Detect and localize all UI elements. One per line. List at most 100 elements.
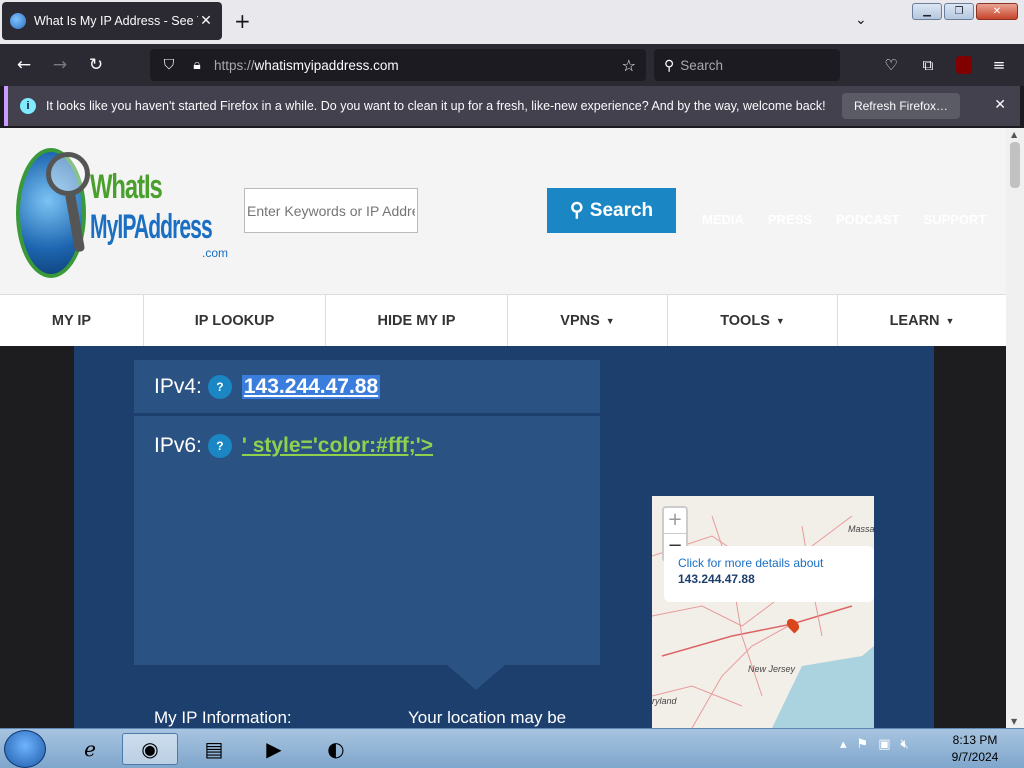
pocket-icon[interactable]: ♡ (880, 54, 902, 76)
ipv6-label: IPv6: (154, 434, 202, 457)
internet-explorer-icon[interactable]: ℯ (62, 733, 118, 765)
volume-muted-icon[interactable]: 🔇︎ (900, 737, 908, 752)
hamburger-menu-icon[interactable]: ≡ (988, 54, 1010, 76)
info-icon: i (20, 98, 36, 114)
file-explorer-icon[interactable]: ▤ (186, 733, 242, 765)
shield-icon[interactable]: ⛉ (160, 57, 178, 73)
menu-label: HIDE MY IP (377, 313, 456, 329)
menu-item-my-ip[interactable]: MY IP (0, 295, 144, 347)
system-tray: ▴ ⚑ ▣ 🔇︎ (840, 737, 909, 752)
location-map[interactable]: Massa New Jersey ryland + − Click for mo… (652, 496, 874, 728)
close-window-button[interactable]: ✕ (976, 3, 1018, 20)
back-arrow-icon[interactable]: ← (11, 52, 37, 78)
network-icon[interactable]: ▣ (878, 737, 890, 752)
ip-address-box: IPv4: ? 143.244.47.88 IPv6: ? ' style='c… (134, 360, 600, 665)
menu-label: LEARN (889, 313, 940, 329)
dropdown-caret-icon: ▼ (945, 316, 955, 326)
ipv4-address-link[interactable]: 143.244.47.88 (241, 374, 381, 399)
app-icon[interactable]: ◐ (308, 733, 364, 765)
extensions-icon[interactable]: ⧉ (917, 54, 939, 76)
url-text[interactable]: https://whatismyipaddress.com (214, 58, 622, 73)
map-popup[interactable]: Click for more details about 143.244.47.… (664, 546, 874, 602)
tab-title: What Is My IP Address - See Yo (34, 14, 198, 28)
tab-bar: What Is My IP Address - See Yo ✕ + ⌄ ▁ ❐… (0, 0, 1024, 44)
location-heading: Your location may be (408, 708, 567, 727)
header-link-podcast[interactable]: PODCAST (836, 212, 900, 227)
windows-taskbar: ℯ ◉ ▤ ▶ ◐ ▴ ⚑ ▣ 🔇︎ 8:13 PM 9/7/2024 (0, 728, 1024, 768)
map-label-new-jersey: New Jersey (748, 664, 796, 674)
clock-time: 8:13 PM (952, 733, 998, 747)
address-bar[interactable]: ⛉ 🔒︎ https://whatismyipaddress.com ☆ (150, 49, 646, 81)
site-search-button-label: Search (589, 199, 654, 221)
menu-item-learn[interactable]: LEARN ▼ (838, 295, 1006, 347)
forward-arrow-icon[interactable]: → (47, 52, 73, 78)
scroll-down-icon[interactable]: ▼ (1011, 717, 1017, 726)
tab-whatismyip[interactable]: What Is My IP Address - See Yo ✕ (2, 2, 222, 40)
close-notification-icon[interactable]: ✕ (994, 96, 1006, 113)
header-link-support[interactable]: SUPPORT (924, 212, 987, 227)
map-label-massachusetts: Massa (848, 524, 874, 534)
ublock-origin-icon[interactable] (956, 56, 972, 74)
menu-item-hide-my-ip[interactable]: HIDE MY IP (326, 295, 508, 347)
header-link-press[interactable]: PRESS (768, 212, 812, 227)
site-main-menu: MY IP IP LOOKUP HIDE MY IP VPNS ▼ TOOLS ▼ … (0, 294, 1006, 347)
search-icon: ⚲ (664, 56, 675, 73)
zoom-in-button[interactable]: + (664, 508, 686, 534)
help-icon[interactable]: ? (207, 434, 232, 458)
map-popup-ip: 143.244.47.88 (678, 572, 755, 586)
menu-item-tools[interactable]: TOOLS ▼ (668, 295, 838, 347)
menu-item-ip-lookup[interactable]: IP LOOKUP (144, 295, 326, 347)
ipv6-row: IPv6: ? ' style='color:#fff;'> (134, 418, 600, 474)
firefox-icon[interactable]: ◉ (122, 733, 178, 765)
new-tab-button[interactable]: + (234, 10, 251, 32)
window-controls: ▁ ❐ ✕ (912, 3, 1018, 20)
bookmark-star-icon[interactable]: ☆ (622, 56, 636, 75)
header-link-media[interactable]: MEDIA (702, 212, 744, 227)
menu-label: MY IP (51, 313, 92, 329)
menu-label: VPNS (560, 313, 600, 329)
reload-icon[interactable]: ↻ (83, 52, 109, 78)
lock-icon[interactable]: 🔒︎ (188, 57, 206, 73)
logo-text-line1: WhatIs (90, 168, 163, 206)
site-header: WhatIs MyIPAddress .com ⚲ Search MEDIA P… (0, 128, 1006, 294)
url-protocol: https:// (214, 57, 255, 73)
dropdown-caret-icon: ▼ (605, 316, 615, 326)
help-icon[interactable]: ? (207, 374, 232, 399)
close-tab-icon[interactable]: ✕ (198, 13, 214, 29)
menu-item-vpns[interactable]: VPNS ▼ (508, 295, 668, 347)
media-player-icon[interactable]: ▶ (246, 733, 302, 765)
restore-button[interactable]: ❐ (944, 3, 974, 20)
minimize-button[interactable]: ▁ (912, 3, 942, 20)
map-popup-text: Click for more details about (678, 556, 824, 570)
scroll-up-icon[interactable]: ▲ (1011, 130, 1017, 139)
web-page: WhatIs MyIPAddress .com ⚲ Search MEDIA P… (0, 128, 1006, 728)
page-scrollbar[interactable]: ▲ ▼ (1006, 128, 1024, 728)
ipv6-address-link[interactable]: ' style='color:#fff;'> (242, 434, 433, 458)
refresh-firefox-notification: i It looks like you haven't started Fire… (4, 86, 1020, 126)
browser-search-field[interactable]: ⚲ Search (654, 49, 840, 81)
globe-favicon-icon (10, 13, 26, 29)
browser-search-placeholder: Search (680, 57, 724, 73)
header-links: MEDIA PRESS PODCAST SUPPORT (702, 212, 986, 227)
map-label-maryland: ryland (652, 696, 677, 706)
refresh-firefox-button[interactable]: Refresh Firefox… (841, 93, 960, 119)
scrollbar-thumb[interactable] (1010, 142, 1020, 188)
my-ip-info-heading: My IP Information: (154, 708, 292, 727)
menu-label: IP LOOKUP (194, 313, 275, 329)
list-all-tabs-icon[interactable]: ⌄ (855, 12, 867, 28)
site-logo[interactable]: WhatIs MyIPAddress .com (16, 146, 228, 286)
ipv4-row: IPv4: ? 143.244.47.88 (134, 360, 600, 416)
url-domain: whatismyipaddress.com (254, 57, 399, 73)
site-search-input[interactable] (244, 188, 418, 233)
navigation-toolbar: ← → ↻ ⛉ 🔒︎ https://whatismyipaddress.com… (0, 44, 1024, 104)
dropdown-caret-icon: ▼ (775, 316, 785, 326)
search-icon: ⚲ (569, 200, 584, 221)
logo-text-line2: MyIPAddress (90, 208, 213, 246)
system-clock[interactable]: 8:13 PM 9/7/2024 (940, 732, 1010, 766)
action-center-flag-icon[interactable]: ⚑ (857, 737, 869, 752)
site-search-button[interactable]: ⚲ Search (547, 188, 676, 233)
ipv4-label: IPv4: (154, 374, 202, 398)
notification-message: It looks like you haven't started Firefo… (46, 99, 826, 113)
start-button[interactable] (4, 730, 46, 768)
show-hidden-icons-icon[interactable]: ▴ (840, 737, 847, 752)
